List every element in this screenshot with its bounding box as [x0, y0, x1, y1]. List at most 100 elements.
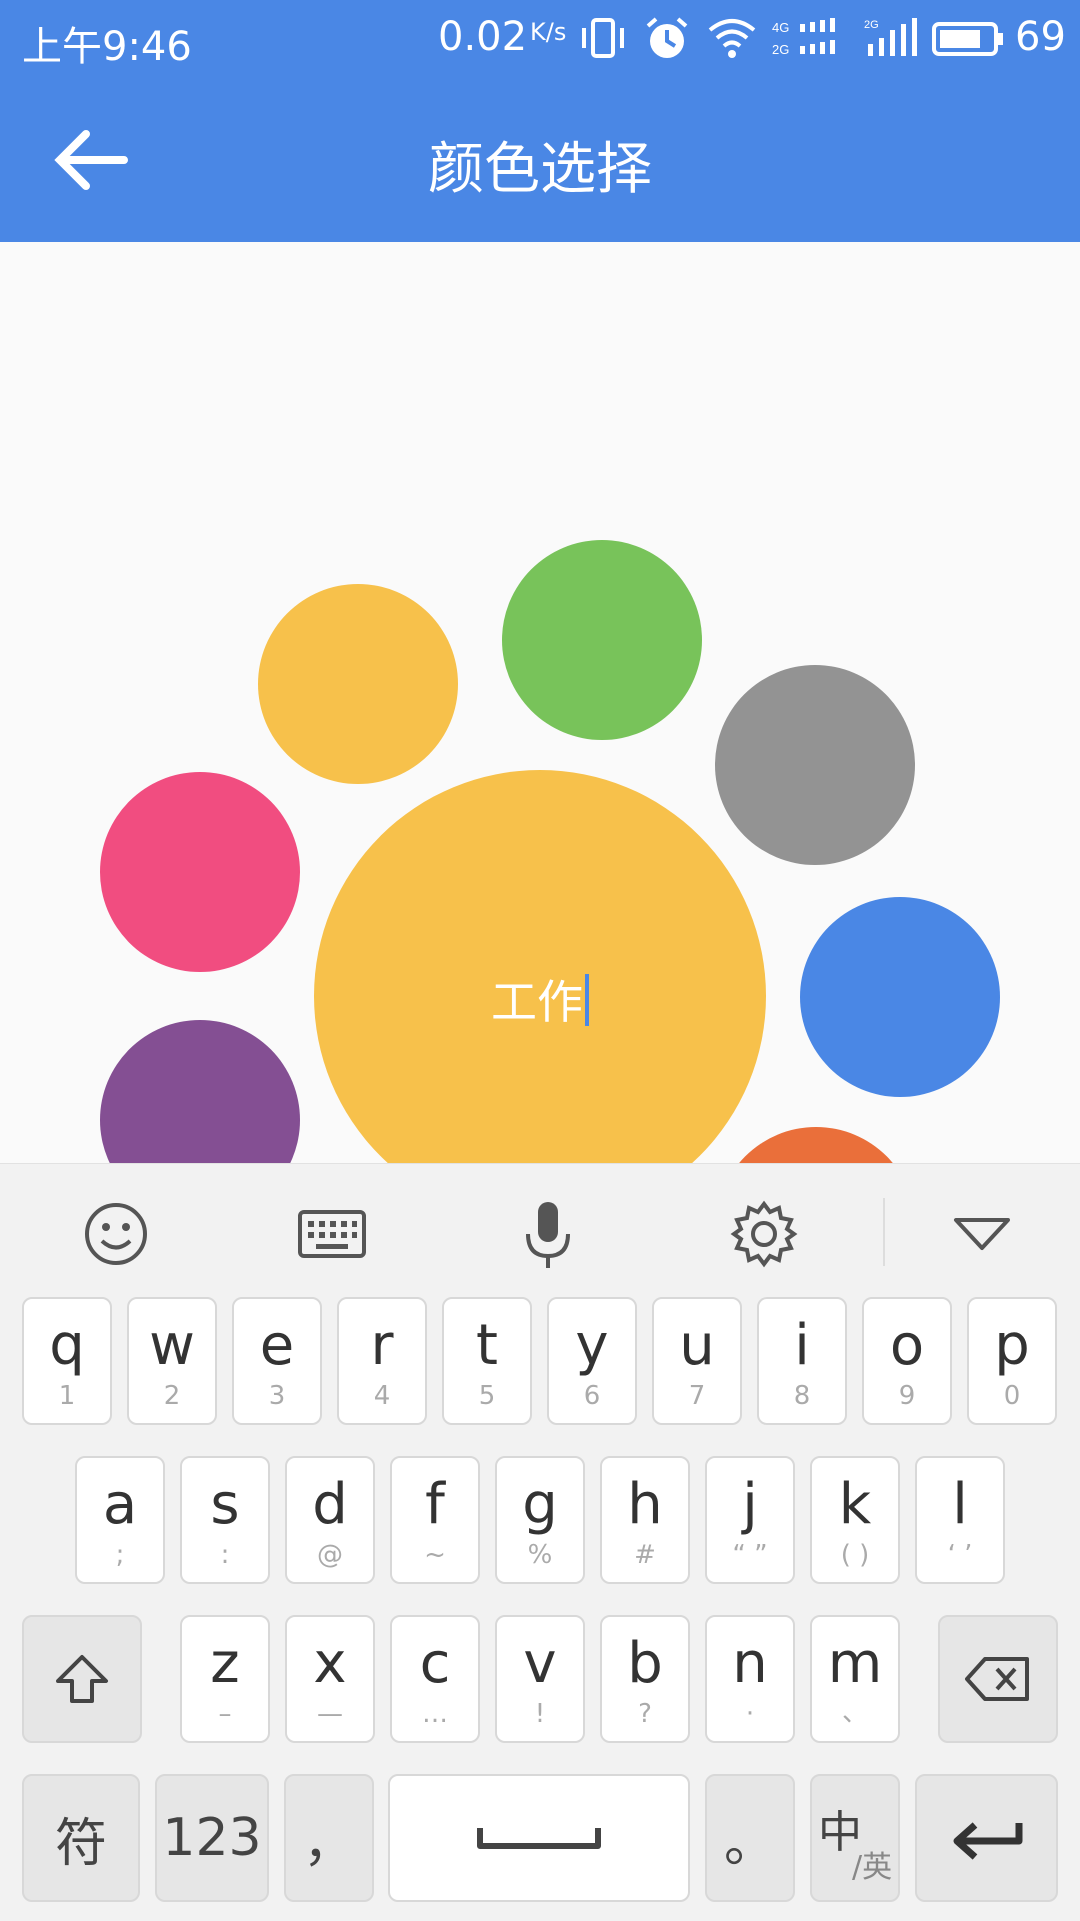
key-label: o: [889, 1313, 925, 1378]
key-label: c: [419, 1631, 451, 1696]
color-bubble-pink[interactable]: [100, 772, 300, 972]
battery-icon: [932, 22, 1003, 56]
key-label: j: [742, 1472, 758, 1537]
key-y[interactable]: y6: [547, 1297, 637, 1425]
key-r[interactable]: r4: [337, 1297, 427, 1425]
text-cursor: [585, 974, 589, 1026]
key-x[interactable]: x —: [285, 1615, 375, 1743]
svg-text:2G: 2G: [772, 42, 789, 57]
page-title: 颜色选择: [428, 137, 652, 202]
key-b[interactable]: b?: [600, 1615, 690, 1743]
enter-key[interactable]: [915, 1774, 1058, 1902]
key-n[interactable]: n ·: [705, 1615, 795, 1743]
key-label: g: [522, 1472, 558, 1537]
key-secondary-label: 0: [1003, 1381, 1021, 1411]
key-label: q: [49, 1313, 85, 1378]
key-t[interactable]: t5: [442, 1297, 532, 1425]
color-bubble-blue[interactable]: [800, 897, 1000, 1097]
key-e[interactable]: e3: [232, 1297, 322, 1425]
numbers-key[interactable]: 123: [155, 1774, 269, 1902]
key-p[interactable]: p0: [967, 1297, 1057, 1425]
settings-icon[interactable]: [724, 1194, 804, 1274]
key-k[interactable]: k( ): [810, 1456, 900, 1584]
key-secondary-label: 4: [373, 1381, 391, 1411]
key-label: m: [827, 1631, 883, 1696]
color-bubble-yellow[interactable]: [258, 584, 458, 784]
key-a[interactable]: a;: [75, 1456, 165, 1584]
backspace-key[interactable]: [938, 1615, 1058, 1743]
key-secondary-label: 、: [841, 1698, 868, 1728]
key-d[interactable]: d @: [285, 1456, 375, 1584]
key-label: p: [994, 1313, 1030, 1378]
key-label: v: [523, 1631, 557, 1696]
soft-keyboard: q1w2e3r4t5y6u7i8o9p0 a; s: d @ f ~ g% h # j “ ” k( …: [0, 1163, 1080, 1921]
key-h[interactable]: h #: [600, 1456, 690, 1584]
key-secondary-label: 7: [688, 1381, 706, 1411]
keyboard-icon[interactable]: [292, 1194, 372, 1274]
period-key[interactable]: 。: [705, 1774, 795, 1902]
key-label: l: [952, 1472, 968, 1537]
key-secondary-label: “ ”: [732, 1540, 768, 1570]
color-bubble-gray[interactable]: [715, 665, 915, 865]
symbols-key[interactable]: 符: [22, 1774, 140, 1902]
status-bar: 上午9:46 0.02 K/s 4G 2G 2G 69: [0, 0, 1080, 76]
toolbar-divider: [883, 1198, 885, 1266]
key-v[interactable]: v!: [495, 1615, 585, 1743]
key-label: t: [476, 1313, 498, 1378]
key-secondary-label: 8: [793, 1381, 811, 1411]
space-key[interactable]: [388, 1774, 690, 1902]
comma-key-label: ，: [302, 1813, 355, 1874]
key-secondary-label: ·: [745, 1699, 755, 1729]
key-label: b: [627, 1631, 663, 1696]
svg-text:2G: 2G: [864, 19, 879, 31]
network-speed-unit: K/s: [530, 18, 567, 46]
space-bar-icon: [390, 1776, 688, 1900]
language-switch-key[interactable]: 中 /英: [810, 1774, 900, 1902]
color-bubble-green[interactable]: [502, 540, 702, 740]
wifi-icon: [708, 19, 756, 58]
key-z[interactable]: z –: [180, 1615, 270, 1743]
key-q[interactable]: q1: [22, 1297, 112, 1425]
key-label: n: [732, 1631, 768, 1696]
collapse-icon[interactable]: [942, 1194, 1022, 1274]
key-o[interactable]: o9: [862, 1297, 952, 1425]
battery-percent: 69: [1015, 14, 1066, 60]
network-speed: 0.02: [438, 14, 528, 60]
svg-text:4G: 4G: [772, 20, 789, 35]
key-c[interactable]: c…: [390, 1615, 480, 1743]
key-label: x: [313, 1631, 347, 1696]
key-j[interactable]: j “ ”: [705, 1456, 795, 1584]
key-g[interactable]: g%: [495, 1456, 585, 1584]
key-secondary-label: 3: [268, 1381, 286, 1411]
key-s[interactable]: s:: [180, 1456, 270, 1584]
numbers-key-label: 123: [162, 1808, 262, 1868]
key-secondary-label: 5: [478, 1381, 496, 1411]
key-secondary-label: ( ): [840, 1540, 870, 1570]
comma-key[interactable]: ，: [284, 1774, 374, 1902]
key-f[interactable]: f ~: [390, 1456, 480, 1584]
key-label: a: [102, 1472, 138, 1537]
key-l[interactable]: l ‘ ’: [915, 1456, 1005, 1584]
language-sub-label: /英: [852, 1850, 893, 1885]
key-secondary-label: #: [634, 1540, 656, 1570]
key-secondary-label: ‘ ’: [947, 1540, 973, 1570]
key-secondary-label: —: [317, 1699, 343, 1729]
key-secondary-label: 2: [163, 1381, 181, 1411]
key-i[interactable]: i8: [757, 1297, 847, 1425]
period-key-label: 。: [723, 1813, 776, 1874]
shift-key[interactable]: [22, 1615, 142, 1743]
key-secondary-label: …: [422, 1699, 448, 1729]
key-m[interactable]: m、: [810, 1615, 900, 1743]
microphone-icon[interactable]: [508, 1194, 588, 1274]
key-secondary-label: ;: [115, 1540, 125, 1570]
key-secondary-label: ?: [638, 1699, 652, 1729]
label-text: 工作: [491, 975, 583, 1029]
key-secondary-label: ~: [424, 1540, 446, 1570]
top-bar: 上午9:46 0.02 K/s 4G 2G 2G 69 颜色选择: [0, 0, 1080, 242]
2g-signal-icon: 2G: [864, 18, 917, 56]
emoji-icon[interactable]: [76, 1194, 156, 1274]
key-w[interactable]: w2: [127, 1297, 217, 1425]
label-input[interactable]: 工作: [314, 966, 766, 1032]
key-label: f: [425, 1472, 445, 1537]
key-u[interactable]: u7: [652, 1297, 742, 1425]
